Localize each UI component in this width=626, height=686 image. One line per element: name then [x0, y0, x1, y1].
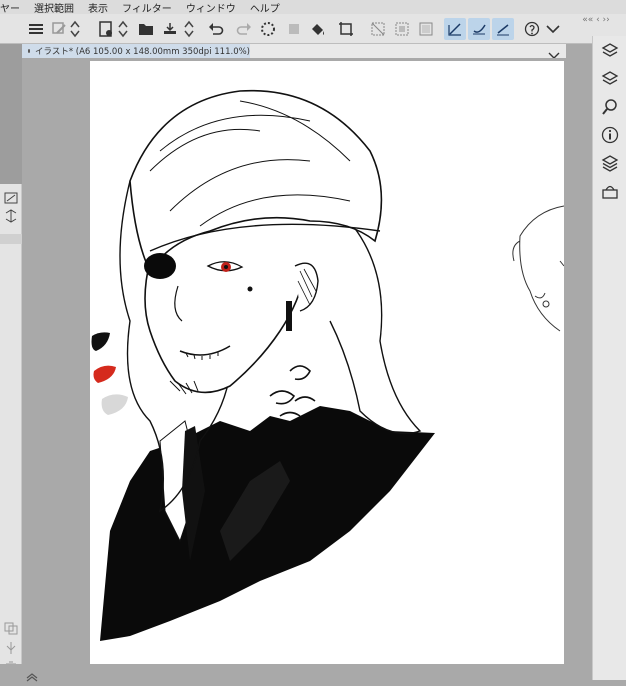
chevron-down-icon[interactable]	[544, 18, 562, 40]
panel-collapse-icons[interactable]: «« ‹ ››	[568, 14, 624, 26]
stepper-icon[interactable]	[68, 18, 82, 40]
undo-icon[interactable]	[206, 18, 226, 40]
document-tab-label: イラスト* (A6 105.00 x 148.00mm 350dpi 111.0…	[34, 47, 250, 57]
eye-pupil	[224, 265, 228, 269]
redo-icon[interactable]	[234, 18, 254, 40]
menu-bar: ヤー 選択範囲 表示 フィルター ウィンドウ ヘルプ	[0, 0, 626, 15]
canvas-paper[interactable]	[90, 61, 564, 665]
crop-icon[interactable]	[336, 18, 356, 40]
menu-filter[interactable]: フィルター	[122, 0, 172, 15]
deselect-icon[interactable]	[368, 18, 388, 40]
color-search-icon[interactable]	[599, 96, 621, 118]
layers-icon[interactable]	[599, 152, 621, 174]
info-icon[interactable]	[599, 124, 621, 146]
menu-layer[interactable]: ヤー	[0, 0, 20, 15]
layer-property-icon[interactable]	[599, 40, 621, 62]
menu-help[interactable]: ヘルプ	[250, 0, 280, 15]
status-bar	[0, 664, 592, 682]
save-icon[interactable]	[160, 18, 180, 40]
canvas-vertical-area[interactable]	[566, 58, 592, 680]
layer-search-icon[interactable]	[599, 68, 621, 90]
swatch-gray	[101, 394, 128, 415]
navigator-icon[interactable]	[3, 190, 19, 204]
transform-icon[interactable]	[284, 18, 304, 40]
loading-spinner-icon[interactable]	[258, 18, 278, 40]
ear	[294, 262, 319, 312]
document-tab-bar: イラスト* (A6 105.00 x 148.00mm 350dpi 111.0…	[22, 44, 566, 59]
coat-shape	[100, 406, 435, 641]
unsaved-dot-icon	[28, 49, 30, 53]
expand-vertical-icon[interactable]	[3, 208, 19, 223]
layer-copy-icon[interactable]	[3, 620, 19, 635]
document-tab[interactable]: イラスト* (A6 105.00 x 148.00mm 350dpi 111.0…	[22, 44, 250, 58]
secondary-sketch	[512, 205, 564, 332]
expand-panel-chevron-icon[interactable]	[26, 667, 38, 686]
open-folder-icon[interactable]	[136, 18, 156, 40]
menu-selection[interactable]: 選択範囲	[34, 0, 74, 15]
secondary-earring	[542, 300, 550, 308]
swatch-red	[93, 365, 116, 383]
command-bar: «« ‹ ››	[0, 14, 626, 44]
menu-icon[interactable]	[26, 18, 46, 40]
invert-selection-icon[interactable]	[392, 18, 412, 40]
stepper-icon-3[interactable]	[182, 18, 196, 40]
earring	[286, 301, 292, 331]
stylus-pen-icon[interactable]	[444, 18, 466, 40]
menu-window[interactable]: ウィンドウ	[186, 0, 236, 15]
eraser-icon[interactable]	[50, 18, 68, 40]
right-palette-bar	[592, 36, 626, 680]
stepper-icon-2[interactable]	[116, 18, 130, 40]
menu-view[interactable]: 表示	[88, 0, 108, 15]
swatch-black	[91, 332, 110, 351]
pencil-icon[interactable]	[492, 18, 514, 40]
fill-icon[interactable]	[308, 18, 328, 40]
neck-tattoo	[269, 365, 316, 417]
material-icon[interactable]	[599, 180, 621, 202]
eyepatch	[144, 253, 176, 279]
left-panel-header	[0, 44, 22, 184]
help-icon[interactable]	[522, 18, 542, 40]
left-divider[interactable]	[0, 234, 22, 244]
new-canvas-icon[interactable]	[96, 18, 116, 40]
merge-icon[interactable]	[3, 640, 19, 654]
illustration-artwork	[91, 89, 564, 641]
select-all-icon[interactable]	[416, 18, 436, 40]
brush-icon[interactable]	[468, 18, 490, 40]
beauty-mark	[247, 286, 253, 292]
face-outline	[144, 260, 306, 394]
